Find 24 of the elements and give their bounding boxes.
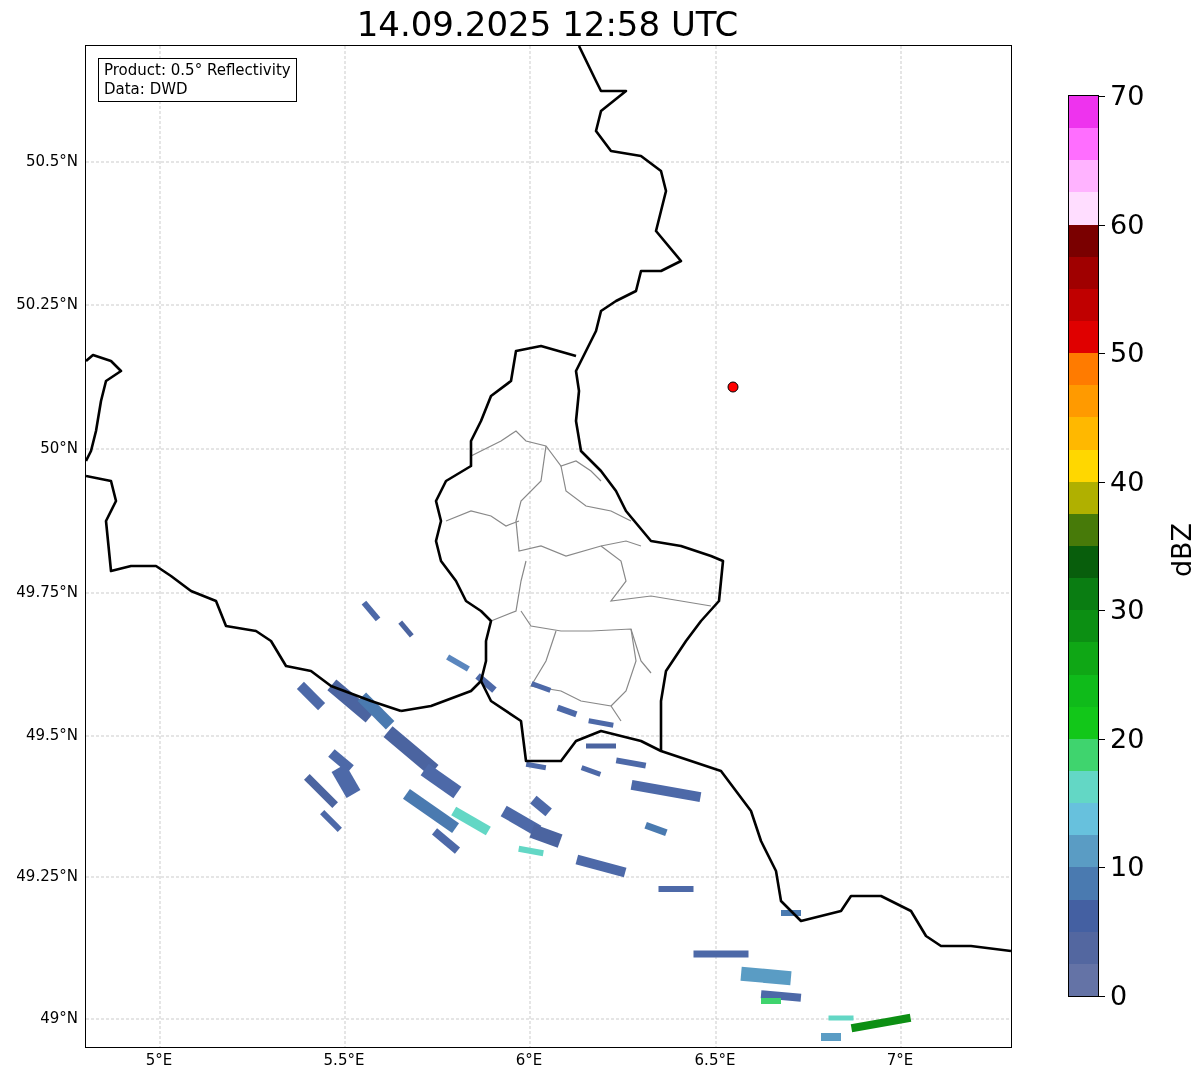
y-tick-label: 50.25°N — [15, 294, 78, 314]
y-tick-label: 49.25°N — [15, 866, 78, 886]
info-text: Product: 0.5° Reflectivity — [104, 61, 291, 80]
y-tick-label: 49.5°N — [24, 725, 78, 745]
x-tick-label: 6°E — [514, 1050, 544, 1070]
colorbar-tick-label: 0 — [1110, 981, 1128, 1011]
colorbar-tick-label: 60 — [1110, 209, 1145, 240]
colorbar-tick-label: 20 — [1110, 723, 1145, 754]
x-tick-label: 6.5°E — [693, 1050, 737, 1070]
y-tick-label: 50°N — [39, 438, 78, 458]
colorbar-tick-label: 40 — [1110, 466, 1145, 497]
y-tick-label: 49°N — [39, 1008, 78, 1028]
y-tick-label: 50.5°N — [24, 151, 78, 171]
x-tick-label: 5°E — [144, 1050, 174, 1070]
chart-title: 14.09.2025 12:58 UTC — [355, 4, 740, 44]
x-tick-label: 7°E — [885, 1050, 915, 1070]
colorbar-tick-label: 70 — [1110, 81, 1145, 111]
x-tick-label: 5.5°E — [322, 1050, 366, 1070]
y-tick-label: 49.75°N — [15, 582, 78, 602]
colorbar-tick-label: 30 — [1110, 595, 1145, 626]
colorbar-tick-label: 10 — [1110, 852, 1145, 883]
colorbar-tick-label: 50 — [1110, 338, 1145, 369]
colorbar-label: dBZ — [1167, 522, 1197, 578]
info-text: Data: DWD — [104, 80, 189, 99]
